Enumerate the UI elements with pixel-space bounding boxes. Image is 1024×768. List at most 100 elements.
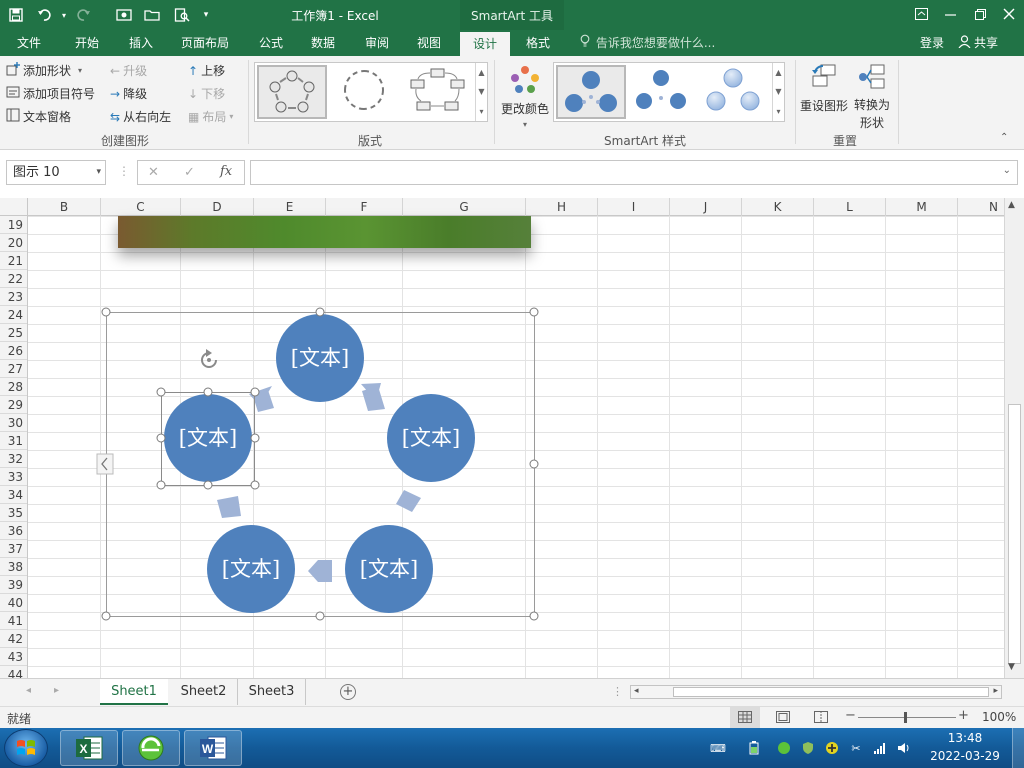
volume-icon[interactable] — [896, 740, 912, 756]
name-box-dropdown-icon[interactable]: ▾ — [96, 161, 101, 184]
taskbar-excel[interactable]: X — [60, 730, 118, 766]
new-sheet-icon[interactable]: + — [340, 684, 356, 700]
customize-qat-icon[interactable]: ▾ — [196, 5, 216, 25]
tab-view[interactable]: 视图 — [406, 30, 452, 56]
add-shape-button[interactable]: 添加形状 ▾ — [6, 62, 82, 79]
row-header[interactable]: 32 — [0, 450, 27, 468]
layout-thumb-block-cycle[interactable] — [405, 65, 475, 119]
row-header[interactable]: 29 — [0, 396, 27, 414]
column-header[interactable]: D — [181, 198, 254, 216]
tab-home[interactable]: 开始 — [64, 30, 110, 56]
keyboard-icon[interactable]: ⌨ — [710, 740, 726, 756]
battery-icon[interactable] — [746, 740, 762, 756]
select-all-corner[interactable] — [0, 198, 28, 216]
login-link[interactable]: 登录 — [920, 30, 944, 56]
sheet-tab-sheet3[interactable]: Sheet3 — [238, 679, 306, 705]
column-header[interactable]: G — [403, 198, 526, 216]
tab-design[interactable]: 设计 — [460, 32, 510, 56]
row-header[interactable]: 43 — [0, 648, 27, 666]
scroll-down-icon[interactable]: ▼ — [1008, 662, 1015, 672]
restore-icon[interactable] — [965, 0, 995, 28]
tab-insert[interactable]: 插入 — [118, 30, 164, 56]
taskbar-browser[interactable] — [122, 730, 180, 766]
row-header[interactable]: 38 — [0, 558, 27, 576]
network-signal-icon[interactable] — [872, 740, 888, 756]
page-break-view-icon[interactable] — [814, 711, 828, 726]
zoom-slider-thumb[interactable] — [904, 712, 907, 723]
change-colors-button[interactable]: 更改颜色 ▾ — [500, 64, 550, 130]
row-header[interactable]: 36 — [0, 522, 27, 540]
tab-formulas[interactable]: 公式 — [248, 30, 294, 56]
expand-formula-icon[interactable]: ⌄ — [1003, 165, 1011, 176]
style-thumb-subtle-effect[interactable] — [700, 65, 770, 119]
row-header[interactable]: 42 — [0, 630, 27, 648]
start-button[interactable] — [4, 729, 48, 767]
layout-thumb-basic-cycle[interactable] — [257, 65, 327, 119]
row-header[interactable]: 30 — [0, 414, 27, 432]
column-header[interactable]: K — [742, 198, 814, 216]
tab-split-grip-icon[interactable]: ⋮ — [612, 685, 623, 698]
clock-time[interactable]: 13:48 — [930, 731, 1000, 745]
scroll-up-icon[interactable]: ▲ — [1008, 200, 1015, 210]
scroll-right-icon[interactable]: ▸ — [993, 686, 998, 696]
zoom-out-icon[interactable]: − — [845, 708, 856, 723]
demote-button[interactable]: → 降级 — [110, 85, 147, 102]
row-header[interactable]: 39 — [0, 576, 27, 594]
undo-icon[interactable] — [34, 5, 54, 25]
tools-icon[interactable]: ✂ — [848, 740, 864, 756]
tab-page-layout[interactable]: 页面布局 — [172, 30, 238, 56]
collapse-ribbon-icon[interactable]: ⌃ — [1000, 132, 1008, 143]
save-icon[interactable] — [6, 5, 26, 25]
browser-tray-icon[interactable] — [776, 740, 792, 756]
confirm-edit-icon[interactable]: ✓ — [184, 165, 195, 180]
row-header[interactable]: 35 — [0, 504, 27, 522]
row-header[interactable]: 33 — [0, 468, 27, 486]
row-header[interactable]: 21 — [0, 252, 27, 270]
tab-data[interactable]: 数据 — [300, 30, 346, 56]
grass-photo[interactable] — [118, 216, 531, 248]
reset-graphic-button[interactable]: 重设图形 — [800, 62, 848, 130]
horizontal-scrollbar[interactable]: ◂ ▸ — [630, 685, 1002, 699]
vertical-scroll-thumb[interactable] — [1008, 404, 1021, 664]
cycle-node-text[interactable]: [文本] — [164, 394, 252, 482]
row-header[interactable]: 19 — [0, 216, 27, 234]
clock-date[interactable]: 2022-03-29 — [926, 749, 1004, 763]
row-header[interactable]: 20 — [0, 234, 27, 252]
normal-view-button[interactable] — [730, 707, 760, 728]
add-bullet-button[interactable]: 添加项目符号 — [6, 85, 95, 102]
zoom-level[interactable]: 100% — [982, 710, 1016, 724]
column-header[interactable]: C — [101, 198, 181, 216]
add-circle-icon[interactable] — [824, 740, 840, 756]
row-header[interactable]: 41 — [0, 612, 27, 630]
scroll-left-icon[interactable]: ◂ — [634, 686, 639, 696]
text-pane-button[interactable]: 文本窗格 — [6, 108, 71, 125]
row-header[interactable]: 26 — [0, 342, 27, 360]
next-sheet-icon[interactable]: ▸ — [54, 685, 59, 696]
column-header[interactable]: L — [814, 198, 886, 216]
tab-file[interactable]: 文件 — [6, 30, 52, 56]
row-header[interactable]: 40 — [0, 594, 27, 612]
column-header[interactable]: N — [958, 198, 1004, 216]
layouts-gallery-scroll[interactable]: ▲ ▼ ▾ — [475, 63, 487, 121]
style-thumb-simple-fill[interactable] — [556, 65, 626, 119]
convert-to-shapes-button[interactable]: 转换为 形状 — [852, 62, 892, 130]
column-header[interactable]: M — [886, 198, 958, 216]
tab-format[interactable]: 格式 — [514, 30, 562, 56]
column-header[interactable]: B — [28, 198, 101, 216]
minimize-icon[interactable] — [935, 0, 965, 28]
ribbon-display-options-icon[interactable] — [906, 0, 936, 28]
sheet-tab-sheet1[interactable]: Sheet1 — [100, 679, 168, 705]
name-box[interactable]: 图示 10 ▾ — [6, 160, 106, 185]
share-button[interactable]: 共享 — [958, 30, 998, 56]
show-desktop-button[interactable] — [1012, 728, 1024, 768]
print-preview-icon[interactable] — [172, 5, 192, 25]
row-header[interactable]: 25 — [0, 324, 27, 342]
horizontal-scroll-thumb[interactable] — [673, 687, 989, 697]
cycle-node-text[interactable]: [文本] — [345, 525, 433, 613]
vertical-scrollbar[interactable]: ▲ ▼ — [1004, 198, 1024, 678]
sheet-tab-sheet2[interactable]: Sheet2 — [170, 679, 238, 705]
column-header[interactable]: H — [526, 198, 598, 216]
column-header[interactable]: E — [254, 198, 326, 216]
row-header[interactable]: 24 — [0, 306, 27, 324]
cycle-node-text[interactable]: [文本] — [207, 525, 295, 613]
